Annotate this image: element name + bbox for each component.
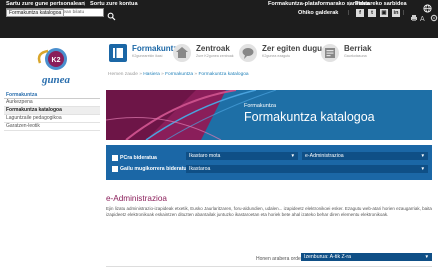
settings-icon[interactable] xyxy=(430,9,438,22)
sidebar-item-katalogoa[interactable]: Formakuntza katalogoa xyxy=(4,107,100,115)
print-icon[interactable] xyxy=(410,9,418,21)
separator: | xyxy=(84,1,86,7)
logo-letters: K2 xyxy=(52,57,61,64)
youtube-icon[interactable]: ▣ xyxy=(380,9,388,17)
topic-value: e-Administrazioa xyxy=(305,153,344,159)
building-icon xyxy=(172,43,192,63)
twitter-icon[interactable]: t xyxy=(368,9,376,17)
breadcrumb-prefix: Hemen zaude » xyxy=(108,72,142,77)
k2gunea-logo[interactable]: K2 gunea xyxy=(30,45,82,91)
book-icon xyxy=(108,43,128,63)
separator: | xyxy=(348,10,350,16)
course-select[interactable]: Ikastaroa ▼ xyxy=(186,165,428,173)
search-icon[interactable] xyxy=(107,8,116,21)
breadcrumb: Hemen zaude » Hasiera » Formakuntza » Fo… xyxy=(108,72,249,77)
divider xyxy=(106,266,432,267)
nav-subtitle: Gaurkotasuna xyxy=(344,54,367,58)
course-type-select[interactable]: Ikastaro mota ▼ xyxy=(186,152,298,160)
banner-title: Formakuntza katalogoa xyxy=(244,110,375,124)
speech-bubble-icon xyxy=(238,43,258,63)
chevron-down-icon: ▼ xyxy=(424,254,429,259)
nav-subtitle: Zure K2gunea zentroak xyxy=(196,54,234,58)
nav-title: Zer egiten dugu xyxy=(262,44,322,53)
sort-value: Izenburua: A-tik Z-ra xyxy=(304,254,351,260)
linkedin-icon[interactable]: in xyxy=(392,9,400,17)
chevron-down-icon: ▼ xyxy=(420,166,425,171)
hero-banner: Formakuntza Formakuntza katalogoa xyxy=(106,90,432,140)
sidebar-title: Formakuntza xyxy=(4,92,100,99)
top-bar: Sartu zure gune pertsonalean | Sortu zur… xyxy=(0,0,438,38)
sidebar-item-laguntzaile[interactable]: Laguntzaile pedagogikoa xyxy=(4,115,100,123)
course-value: Ikastaroa xyxy=(189,166,211,172)
sidebar-item-garatzen[interactable]: Garatzen-leotik xyxy=(4,123,100,131)
faq-link[interactable]: Ohiko galderak xyxy=(298,10,338,16)
nav-subtitle: K2gunearekin ikasi xyxy=(132,54,163,58)
separator: | xyxy=(403,10,405,16)
course-type-value: Ikastaro mota xyxy=(189,153,221,159)
sidebar-item-aurkezpena[interactable]: Aurkezpena xyxy=(4,99,100,107)
create-account-link[interactable]: Sortu zure kontua xyxy=(90,1,138,7)
separator: | xyxy=(349,1,351,7)
pc-checkbox[interactable] xyxy=(112,155,118,161)
svg-text:A: A xyxy=(420,16,425,22)
breadcrumb-home[interactable]: Hasiera xyxy=(143,72,160,77)
globe-icon[interactable] xyxy=(423,0,432,13)
sort-select[interactable]: Izenburua: A-tik Z-ra ▼ xyxy=(301,253,432,261)
nav-title: Zentroak xyxy=(196,44,230,53)
sidebar: Formakuntza Aurkezpena Formakuntza katal… xyxy=(4,92,100,131)
pc-checkbox-label: PCra bideratua xyxy=(120,155,157,161)
nav-title: Berriak xyxy=(344,44,372,53)
text-size-icon[interactable]: A xyxy=(420,9,428,23)
filter-panel: PCra bideratua Gailu mugikorrera biderat… xyxy=(106,145,432,180)
section-description: Ejin lizatu administrazio-izapideak etxe… xyxy=(106,206,432,218)
chevron-down-icon: ▼ xyxy=(420,153,425,158)
topic-select[interactable]: e-Administrazioa ▼ xyxy=(302,152,428,160)
newspaper-icon xyxy=(320,43,340,63)
section-title: e-Administrazioa xyxy=(106,194,167,203)
banner-subtitle: Formakuntza xyxy=(244,103,277,109)
mobile-checkbox-label: Gailu mugikorrera bideratua xyxy=(120,166,190,172)
link-tooltip: Formakuntza katalogoa xyxy=(6,9,65,17)
facebook-icon[interactable]: f xyxy=(356,9,364,17)
nav-subtitle: K2gunea ezagutu xyxy=(262,54,291,58)
logo-wordmark: gunea xyxy=(41,74,71,86)
mobile-checkbox[interactable] xyxy=(112,166,118,172)
chevron-down-icon: ▼ xyxy=(290,153,295,158)
personal-area-link[interactable]: Sartu zure gune pertsonalean xyxy=(6,1,85,7)
mail-access-link[interactable]: Postareko sarbidea xyxy=(355,1,407,7)
breadcrumb-formakuntza[interactable]: Formakuntza xyxy=(165,72,193,77)
breadcrumb-current: Formakuntza katalogoa xyxy=(198,72,249,77)
